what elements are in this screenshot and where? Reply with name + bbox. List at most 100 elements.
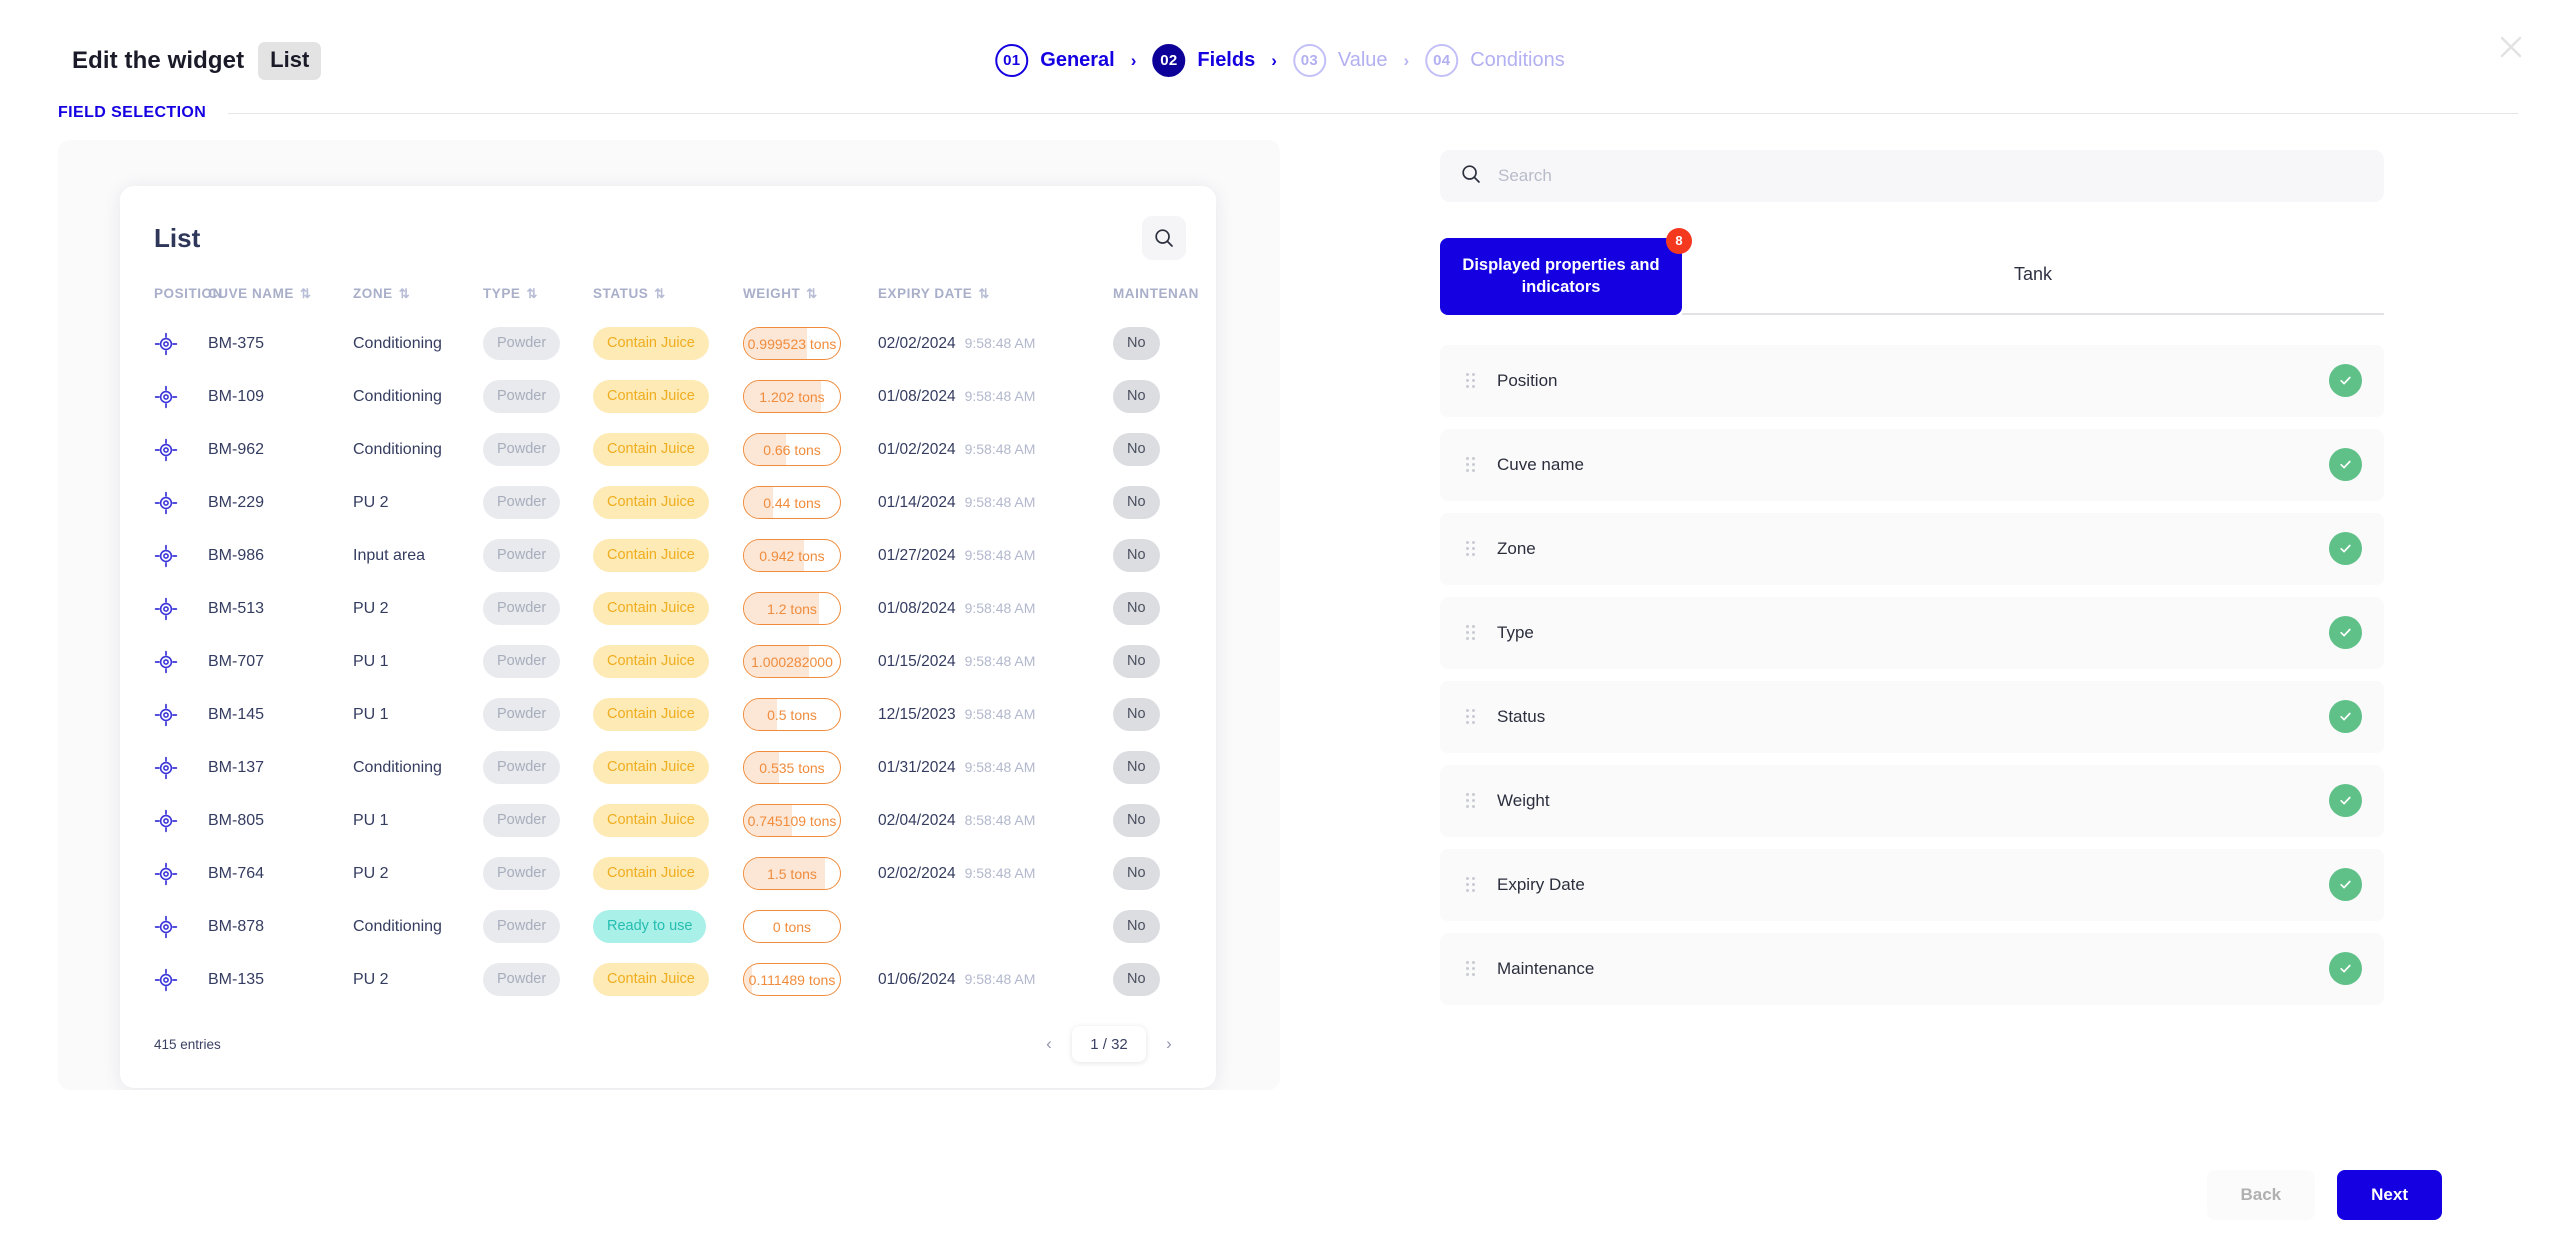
stepper-step-conditions[interactable]: 04 Conditions bbox=[1425, 44, 1565, 77]
column-header-expiry-date[interactable]: EXPIRY DATE ⇅ bbox=[878, 272, 1113, 317]
page-title: Edit the widget bbox=[72, 47, 245, 74]
property-toggle-check-icon[interactable] bbox=[2329, 364, 2362, 398]
table-row[interactable]: BM-145 PU 1 Powder Contain Juice 0.5 tons 12/… bbox=[120, 688, 1216, 741]
sort-icon[interactable]: ⇅ bbox=[300, 287, 311, 300]
target-icon[interactable] bbox=[154, 703, 208, 727]
table-row[interactable]: BM-137 Conditioning Powder Contain Juice 0.5… bbox=[120, 741, 1216, 794]
cell-position[interactable] bbox=[120, 741, 208, 794]
drag-handle-icon[interactable] bbox=[1466, 793, 1475, 809]
property-toggle-check-icon[interactable] bbox=[2329, 784, 2362, 818]
target-icon[interactable] bbox=[154, 385, 208, 409]
target-icon[interactable] bbox=[154, 862, 208, 886]
property-toggle-check-icon[interactable] bbox=[2329, 448, 2362, 482]
target-icon[interactable] bbox=[154, 438, 208, 462]
sort-icon[interactable]: ⇅ bbox=[526, 287, 537, 300]
property-toggle-check-icon[interactable] bbox=[2329, 616, 2362, 650]
property-list-item[interactable]: Zone bbox=[1440, 512, 2384, 585]
drag-handle-icon[interactable] bbox=[1466, 457, 1475, 473]
cell-position[interactable] bbox=[120, 900, 208, 953]
drag-handle-icon[interactable] bbox=[1466, 877, 1475, 893]
property-list-item[interactable]: Weight bbox=[1440, 764, 2384, 837]
property-toggle-check-icon[interactable] bbox=[2329, 532, 2362, 566]
column-header-weight[interactable]: WEIGHT ⇅ bbox=[743, 272, 878, 317]
target-icon[interactable] bbox=[154, 491, 208, 515]
cell-expiry-date: 01/08/2024 bbox=[878, 599, 956, 617]
table-row[interactable]: BM-878 Conditioning Powder Ready to use 0 to… bbox=[120, 900, 1216, 953]
target-icon[interactable] bbox=[154, 809, 208, 833]
table-row[interactable]: BM-805 PU 1 Powder Contain Juice 0.745109 to… bbox=[120, 794, 1216, 847]
property-toggle-check-icon[interactable] bbox=[2329, 700, 2362, 734]
property-toggle-check-icon[interactable] bbox=[2329, 952, 2362, 986]
search-icon[interactable] bbox=[1142, 216, 1186, 260]
property-list-item[interactable]: Cuve name bbox=[1440, 428, 2384, 501]
drag-handle-icon[interactable] bbox=[1466, 541, 1475, 557]
table-row[interactable]: BM-764 PU 2 Powder Contain Juice 1.5 tons 02/… bbox=[120, 847, 1216, 900]
close-icon[interactable] bbox=[2490, 26, 2532, 68]
property-list-item[interactable]: Status bbox=[1440, 680, 2384, 753]
table-row[interactable]: BM-962 Conditioning Powder Contain Juice 0.6… bbox=[120, 423, 1216, 476]
chevron-left-icon[interactable]: ‹ bbox=[1032, 1027, 1066, 1061]
sort-icon[interactable]: ⇅ bbox=[978, 287, 989, 300]
property-toggle-check-icon[interactable] bbox=[2329, 868, 2362, 902]
table-row[interactable]: BM-135 PU 2 Powder Contain Juice 0.111489 to… bbox=[120, 953, 1216, 1006]
drag-handle-icon[interactable] bbox=[1466, 709, 1475, 725]
status-badge: Contain Juice bbox=[593, 698, 709, 731]
target-icon[interactable] bbox=[154, 597, 208, 621]
weight-value: 0.999523 tons bbox=[747, 335, 837, 352]
property-list-item[interactable]: Type bbox=[1440, 596, 2384, 669]
cell-position[interactable] bbox=[120, 476, 208, 529]
sort-icon[interactable]: ⇅ bbox=[399, 287, 410, 300]
sort-icon[interactable]: ⇅ bbox=[806, 287, 817, 300]
search-field-group[interactable] bbox=[1440, 150, 2384, 202]
drag-handle-icon[interactable] bbox=[1466, 373, 1475, 389]
type-badge: Powder bbox=[483, 380, 561, 413]
stepper-step-fields[interactable]: 02 Fields bbox=[1152, 44, 1255, 77]
status-badge: Contain Juice bbox=[593, 857, 709, 890]
cell-position[interactable] bbox=[120, 635, 208, 688]
table-row[interactable]: BM-229 PU 2 Powder Contain Juice 0.44 tons 01… bbox=[120, 476, 1216, 529]
table-row[interactable]: BM-109 Conditioning Powder Contain Juice 1.2… bbox=[120, 370, 1216, 423]
column-header-cuve-name[interactable]: CUVE NAME ⇅ bbox=[208, 272, 353, 317]
property-list-item[interactable]: Position bbox=[1440, 344, 2384, 417]
cell-expiry-date: 01/08/2024 bbox=[878, 387, 956, 405]
cell-position[interactable] bbox=[120, 582, 208, 635]
tab-displayed-properties[interactable]: Displayed properties and indicators 8 bbox=[1440, 228, 1692, 315]
table-row[interactable]: BM-513 PU 2 Powder Contain Juice 1.2 tons 01/… bbox=[120, 582, 1216, 635]
target-icon[interactable] bbox=[154, 650, 208, 674]
table-row[interactable]: BM-707 PU 1 Powder Contain Juice 1.000282000… bbox=[120, 635, 1216, 688]
cell-position[interactable] bbox=[120, 370, 208, 423]
cell-position[interactable] bbox=[120, 529, 208, 582]
chevron-right-icon[interactable]: › bbox=[1152, 1027, 1186, 1061]
target-icon[interactable] bbox=[154, 332, 208, 356]
drag-handle-icon[interactable] bbox=[1466, 625, 1475, 641]
sort-icon[interactable]: ⇅ bbox=[654, 287, 665, 300]
table-row[interactable]: BM-375 Conditioning Powder Contain Juice 0.9… bbox=[120, 317, 1216, 370]
table-row[interactable]: BM-986 Input area Powder Contain Juice 0.942… bbox=[120, 529, 1216, 582]
cell-position[interactable] bbox=[120, 317, 208, 370]
tab-tank[interactable]: Tank bbox=[1682, 238, 2384, 315]
cell-position[interactable] bbox=[120, 688, 208, 741]
cell-position[interactable] bbox=[120, 953, 208, 1006]
back-button[interactable]: Back bbox=[2206, 1170, 2316, 1220]
search-input[interactable] bbox=[1498, 166, 2364, 186]
property-list-item[interactable]: Expiry Date bbox=[1440, 848, 2384, 921]
column-header-type[interactable]: TYPE ⇅ bbox=[483, 272, 593, 317]
stepper-step-general[interactable]: 01 General bbox=[995, 44, 1115, 77]
target-icon[interactable] bbox=[154, 544, 208, 568]
cell-position[interactable] bbox=[120, 794, 208, 847]
target-icon[interactable] bbox=[154, 756, 208, 780]
weight-gauge-badge: 0.66 tons bbox=[743, 433, 841, 466]
tab-displayed-properties-label: Displayed properties and indicators bbox=[1462, 256, 1660, 297]
cell-type: Powder bbox=[483, 370, 593, 423]
target-icon[interactable] bbox=[154, 968, 208, 992]
cell-position[interactable] bbox=[120, 847, 208, 900]
cell-zone: PU 1 bbox=[353, 811, 389, 829]
next-button[interactable]: Next bbox=[2337, 1170, 2442, 1220]
stepper-step-value[interactable]: 03 Value bbox=[1292, 44, 1388, 77]
target-icon[interactable] bbox=[154, 915, 208, 939]
column-header-zone[interactable]: ZONE ⇅ bbox=[353, 272, 483, 317]
column-header-status[interactable]: STATUS ⇅ bbox=[593, 272, 743, 317]
cell-position[interactable] bbox=[120, 423, 208, 476]
drag-handle-icon[interactable] bbox=[1466, 961, 1475, 977]
property-list-item[interactable]: Maintenance bbox=[1440, 932, 2384, 1005]
